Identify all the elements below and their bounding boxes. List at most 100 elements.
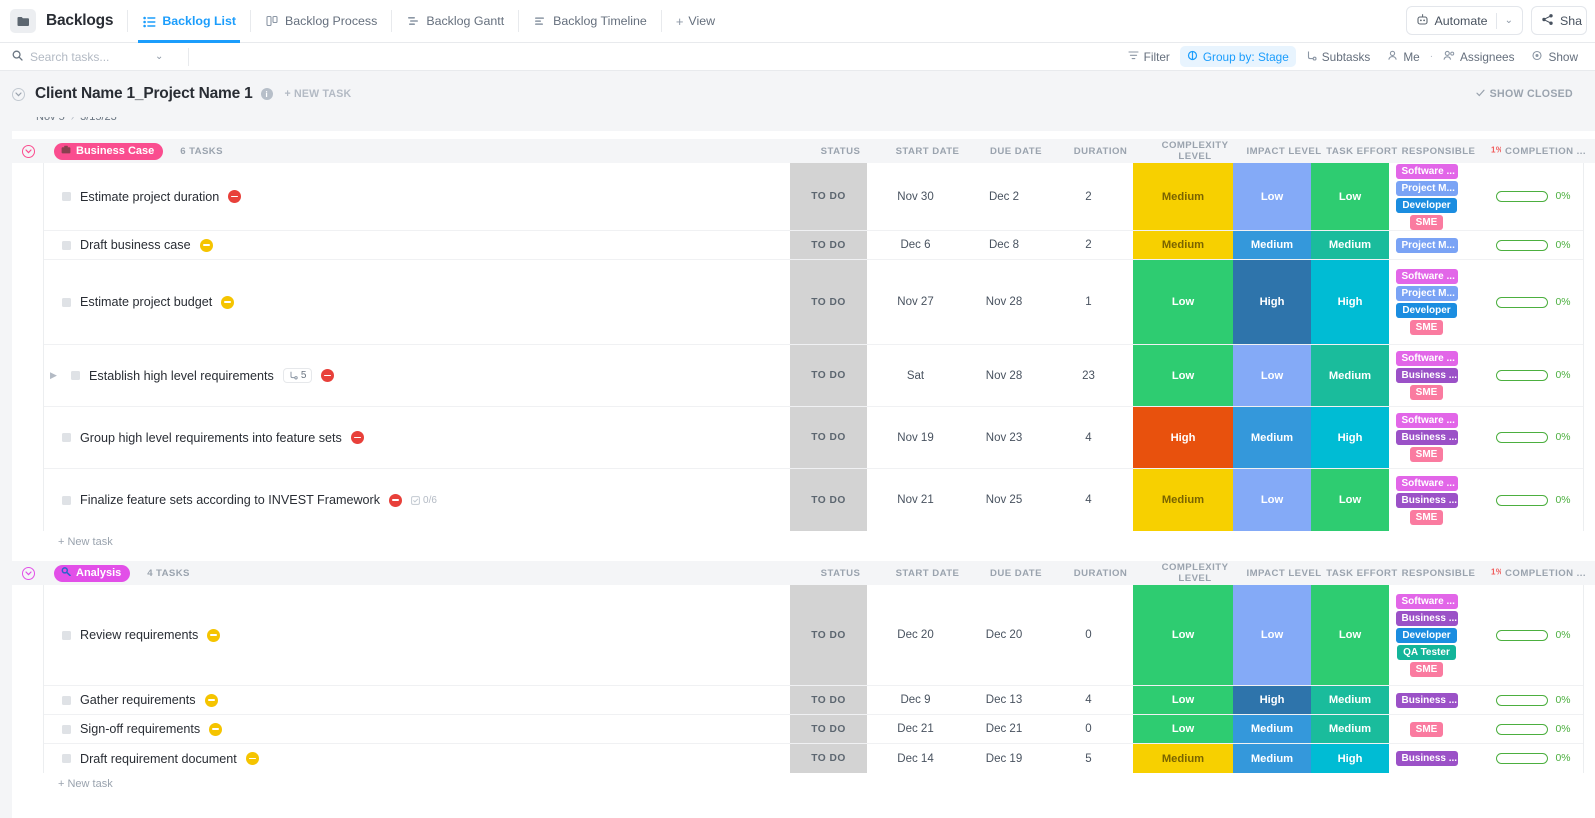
start-cell[interactable]: Nov 27 <box>867 260 964 344</box>
responsible-tag[interactable]: Project M... <box>1395 237 1458 253</box>
priority-badge[interactable] <box>207 628 221 642</box>
me-button[interactable]: Me <box>1380 46 1426 67</box>
completion-cell[interactable]: 0% <box>1464 469 1589 531</box>
task-name-cell[interactable]: Sign-off requirements <box>44 715 790 743</box>
responsible-tag[interactable]: SME <box>1409 214 1444 230</box>
column-header-dur[interactable]: DURATION <box>1056 146 1145 157</box>
responsible-tag[interactable]: SME <box>1409 447 1444 462</box>
dur-cell[interactable]: 5 <box>1044 744 1133 773</box>
due-cell[interactable]: Nov 28 <box>964 260 1044 344</box>
start-cell[interactable]: Nov 30 <box>867 163 964 230</box>
due-cell[interactable]: Dec 20 <box>964 585 1044 685</box>
dur-cell[interactable]: 4 <box>1044 407 1133 468</box>
eff-cell[interactable]: Medium <box>1311 686 1389 714</box>
subtasks-button[interactable]: Subtasks <box>1299 46 1378 67</box>
filter-button[interactable]: Filter <box>1121 46 1177 67</box>
dur-cell[interactable]: 0 <box>1044 715 1133 743</box>
expand-subtasks-icon[interactable]: ▶ <box>50 370 62 381</box>
table-row[interactable]: Draft requirement document TO DO Dec 14 Dec… <box>44 744 1583 773</box>
priority-badge[interactable] <box>199 238 213 252</box>
responsible-cell[interactable]: Business ... <box>1389 686 1464 714</box>
priority-badge[interactable] <box>221 295 235 309</box>
list-body[interactable]: Client Name 1_Project Name 1 i + NEW TAS… <box>0 71 1595 818</box>
completion-cell[interactable]: 0% <box>1464 715 1589 743</box>
responsible-tag[interactable]: SME <box>1409 320 1444 335</box>
responsible-tag[interactable]: Business ... <box>1395 492 1458 508</box>
completion-cell[interactable]: 0% <box>1464 585 1589 685</box>
progress-bar[interactable] <box>1496 239 1549 251</box>
responsible-cell[interactable]: Software ... Project M... Developer SME <box>1389 163 1464 230</box>
task-checkbox[interactable] <box>62 192 71 201</box>
column-header-due[interactable]: DUE DATE <box>976 146 1056 157</box>
table-row[interactable]: Group high level requirements into featu… <box>44 407 1583 469</box>
search-input[interactable] <box>30 49 148 64</box>
start-cell[interactable]: Nov 21 <box>867 469 964 531</box>
progress-bar[interactable] <box>1496 629 1549 641</box>
task-checkbox[interactable] <box>62 240 71 250</box>
start-cell[interactable]: Dec 6 <box>867 231 964 259</box>
table-row[interactable]: Draft business case TO DO Dec 6 Dec 8 2 Mediu… <box>44 231 1583 260</box>
due-cell[interactable]: Nov 23 <box>964 407 1044 468</box>
subtask-count-badge[interactable]: 5 <box>282 368 313 383</box>
imp-cell[interactable]: Medium <box>1233 231 1311 259</box>
due-cell[interactable]: Dec 19 <box>964 744 1044 773</box>
task-title[interactable]: Sign-off requirements <box>80 722 200 736</box>
completion-cell[interactable]: 0% <box>1464 260 1589 344</box>
imp-cell[interactable]: High <box>1233 260 1311 344</box>
responsible-tag[interactable]: Software ... <box>1395 413 1458 428</box>
responsible-tag[interactable]: SME <box>1409 509 1444 525</box>
responsible-tag[interactable]: Software ... <box>1395 163 1458 179</box>
cplx-cell[interactable]: Low <box>1133 715 1233 743</box>
completion-cell[interactable]: 0% <box>1464 163 1589 230</box>
priority-badge[interactable] <box>389 493 403 507</box>
task-checkbox[interactable] <box>62 754 71 763</box>
due-cell[interactable]: Dec 13 <box>964 686 1044 714</box>
responsible-tag[interactable]: SME <box>1409 661 1444 677</box>
tab-backlog-timeline[interactable]: Backlog Timeline <box>521 0 659 43</box>
dur-cell[interactable]: 2 <box>1044 231 1133 259</box>
column-header-eff[interactable]: TASK EFFORT <box>1323 146 1401 157</box>
table-row[interactable]: Estimate project budget TO DO Nov 27 Nov 28… <box>44 260 1583 345</box>
responsible-tag[interactable]: Business ... <box>1395 692 1458 708</box>
eff-cell[interactable]: Low <box>1311 469 1389 531</box>
dur-cell[interactable]: 1 <box>1044 260 1133 344</box>
completion-cell[interactable]: 0% <box>1464 407 1589 468</box>
eff-cell[interactable]: Medium <box>1311 345 1389 406</box>
start-cell[interactable]: Nov 19 <box>867 407 964 468</box>
priority-badge[interactable] <box>350 431 364 444</box>
completion-cell[interactable]: 0% <box>1464 686 1589 714</box>
task-checkbox[interactable] <box>62 495 71 505</box>
responsible-cell[interactable]: SME <box>1389 715 1464 743</box>
status-cell[interactable]: TO DO <box>790 686 867 714</box>
responsible-tag[interactable]: Software ... <box>1395 269 1458 284</box>
progress-bar[interactable] <box>1496 296 1549 308</box>
status-cell[interactable]: TO DO <box>790 744 867 773</box>
chevron-down-icon[interactable]: ⌄ <box>155 51 163 62</box>
completion-cell[interactable]: 0% <box>1464 744 1589 773</box>
column-header-imp[interactable]: IMPACT LEVEL <box>1245 146 1323 157</box>
responsible-tag[interactable]: Project M... <box>1395 180 1458 196</box>
dur-cell[interactable]: 0 <box>1044 585 1133 685</box>
column-header-dur[interactable]: DURATION <box>1056 568 1145 579</box>
task-name-cell[interactable]: Draft business case <box>44 231 790 259</box>
cplx-cell[interactable]: Medium <box>1133 469 1233 531</box>
responsible-cell[interactable]: Business ... <box>1389 744 1464 773</box>
eff-cell[interactable]: Medium <box>1311 715 1389 743</box>
eff-cell[interactable]: High <box>1311 744 1389 773</box>
responsible-tag[interactable]: Developer <box>1396 197 1457 213</box>
dur-cell[interactable]: 2 <box>1044 163 1133 230</box>
task-name-cell[interactable]: Estimate project budget <box>44 260 790 344</box>
responsible-tag[interactable]: Business ... <box>1395 368 1458 383</box>
responsible-cell[interactable]: Software ... Business ... SME <box>1389 407 1464 468</box>
eff-cell[interactable]: High <box>1311 260 1389 344</box>
progress-bar[interactable] <box>1496 191 1549 202</box>
info-icon[interactable]: i <box>260 88 273 100</box>
responsible-tag[interactable]: Business ... <box>1395 430 1458 445</box>
table-row[interactable]: Estimate project duration TO DO Nov 30 Dec … <box>44 163 1583 231</box>
task-checkbox[interactable] <box>62 297 71 307</box>
priority-badge[interactable] <box>209 722 223 736</box>
task-name-cell[interactable]: Gather requirements <box>44 686 790 714</box>
responsible-tag[interactable]: SME <box>1409 721 1444 737</box>
responsible-tag[interactable]: Developer <box>1396 303 1457 318</box>
task-name-cell[interactable]: ▶ Establish high level requirements 5 <box>44 345 790 406</box>
